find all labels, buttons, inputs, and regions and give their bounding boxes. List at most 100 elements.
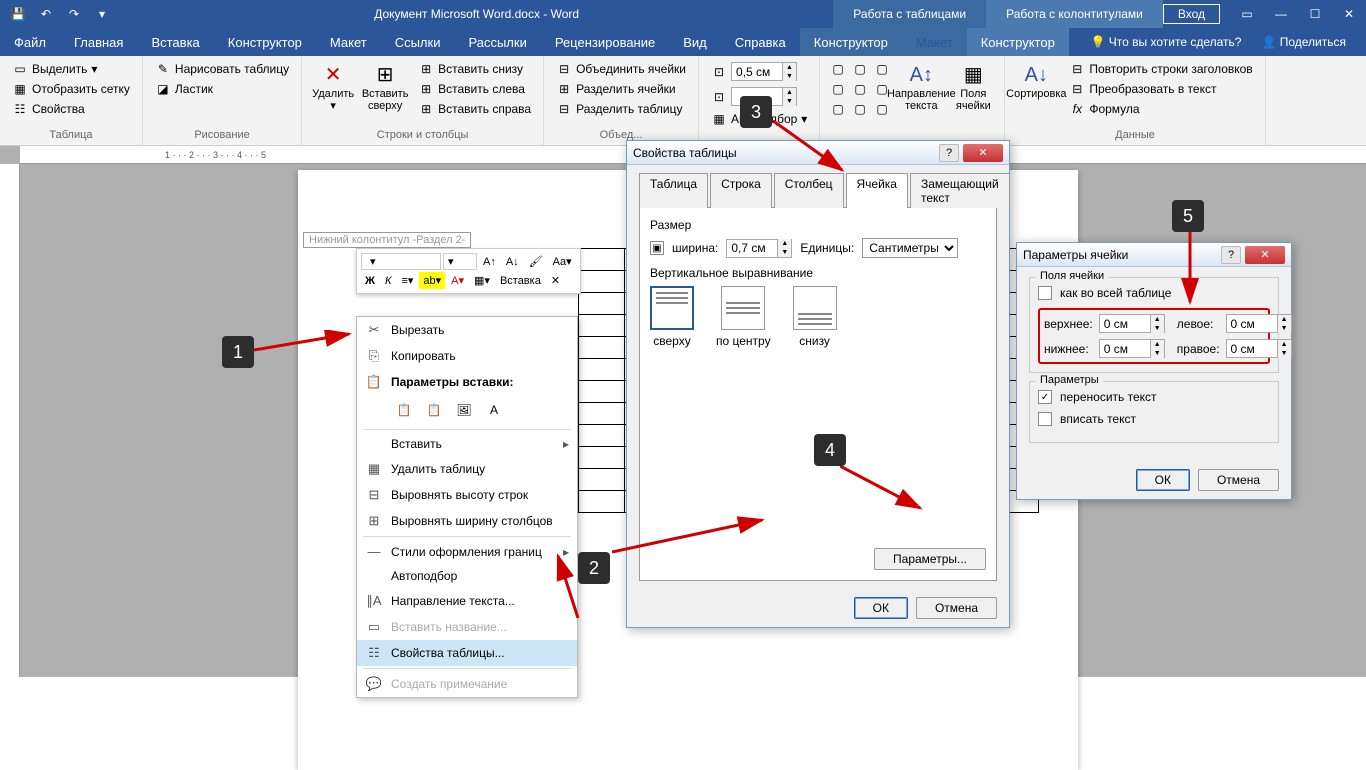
cm-insert[interactable]: Вставить▸ bbox=[357, 432, 577, 456]
tab-mailings[interactable]: Рассылки bbox=[454, 28, 540, 56]
cm-border-styles[interactable]: —Стили оформления границ▸ bbox=[357, 539, 577, 564]
align-ml[interactable]: ▢ bbox=[828, 80, 848, 98]
share-button[interactable]: 👤 Поделиться bbox=[1261, 35, 1346, 49]
cm-delete-table[interactable]: ▦Удалить таблицу bbox=[357, 456, 577, 482]
minimize-icon[interactable]: — bbox=[1264, 0, 1298, 28]
split-table-button[interactable]: ⊟Разделить таблицу bbox=[552, 100, 690, 118]
align-bl[interactable]: ▢ bbox=[828, 100, 848, 118]
delete-button[interactable]: ✕Удалить▾ bbox=[310, 60, 356, 114]
paste-keep-source-icon[interactable]: 📋 bbox=[391, 397, 417, 423]
width-checkbox[interactable]: ▣ bbox=[650, 241, 664, 255]
margin-top-input[interactable]: ▲▼ bbox=[1099, 314, 1165, 333]
text-direction-button[interactable]: A↕Направление текста bbox=[898, 60, 944, 114]
cm-distribute-cols[interactable]: ⊞Выровнять ширину столбцов bbox=[357, 508, 577, 534]
align-tr[interactable]: ▢ bbox=[872, 60, 892, 78]
tab-home[interactable]: Главная bbox=[60, 28, 137, 56]
eraser-button[interactable]: ◪Ластик bbox=[151, 80, 293, 98]
italic-icon[interactable]: К bbox=[381, 273, 395, 289]
margin-left-input[interactable]: ▲▼ bbox=[1226, 314, 1292, 333]
styles-icon[interactable]: Aa▾ bbox=[549, 253, 576, 270]
cm-copy[interactable]: ⎘Копировать bbox=[357, 343, 577, 369]
cm-autofit[interactable]: Автоподбор▸ bbox=[357, 564, 577, 588]
valign-middle[interactable]: по центру bbox=[716, 286, 771, 348]
align-tc[interactable]: ▢ bbox=[850, 60, 870, 78]
insert-above-button[interactable]: ⊞Вставить сверху bbox=[362, 60, 408, 114]
font-name-selector[interactable]: ▾ bbox=[361, 253, 441, 270]
margin-bottom-input[interactable]: ▲▼ bbox=[1099, 339, 1165, 358]
dlg1-cancel-button[interactable]: Отмена bbox=[916, 597, 997, 619]
maximize-icon[interactable]: ☐ bbox=[1298, 0, 1332, 28]
tab-file[interactable]: Файл bbox=[0, 28, 60, 56]
font-size-selector[interactable]: ▾ bbox=[443, 253, 477, 270]
paste-picture-icon[interactable]: 🖼 bbox=[451, 397, 477, 423]
save-icon[interactable]: 💾 bbox=[6, 3, 30, 25]
width-input[interactable]: ▲▼ bbox=[726, 239, 792, 258]
tell-me[interactable]: 💡 Что вы хотите сделать? bbox=[1091, 35, 1242, 49]
tab-table-layout[interactable]: Макет bbox=[902, 28, 967, 56]
cm-distribute-rows[interactable]: ⊟Выровнять высоту строк bbox=[357, 482, 577, 508]
same-as-table-checkbox[interactable] bbox=[1038, 286, 1052, 300]
merge-cells-button[interactable]: ⊟Объединить ячейки bbox=[552, 60, 690, 78]
ribbon-options-icon[interactable]: ▭ bbox=[1230, 0, 1264, 28]
margin-right-input[interactable]: ▲▼ bbox=[1226, 339, 1292, 358]
dialog2-close-icon[interactable]: ✕ bbox=[1245, 246, 1285, 264]
align-mc[interactable]: ▢ bbox=[850, 80, 870, 98]
mini-delete-icon[interactable]: ✕ bbox=[547, 272, 564, 289]
align-tl[interactable]: ▢ bbox=[828, 60, 848, 78]
cm-table-properties[interactable]: ☷Свойства таблицы... bbox=[357, 640, 577, 666]
convert-to-text-button[interactable]: ⊟Преобразовать в текст bbox=[1065, 80, 1256, 98]
dlg1-tab-table[interactable]: Таблица bbox=[639, 173, 708, 208]
dlg1-tab-cell[interactable]: Ячейка bbox=[846, 173, 908, 208]
borders-icon[interactable]: ▦▾ bbox=[470, 272, 494, 289]
gridlines-button[interactable]: ▦Отобразить сетку bbox=[8, 80, 134, 98]
grow-font-icon[interactable]: A↑ bbox=[479, 254, 500, 270]
paste-text-only-icon[interactable]: A bbox=[481, 397, 507, 423]
properties-button[interactable]: ☷Свойства bbox=[8, 100, 134, 118]
dialog2-help-icon[interactable]: ? bbox=[1221, 246, 1241, 264]
tab-view[interactable]: Вид bbox=[669, 28, 721, 56]
insert-left-button[interactable]: ⊞Вставить слева bbox=[414, 80, 535, 98]
tab-insert[interactable]: Вставка bbox=[137, 28, 213, 56]
fit-text-checkbox[interactable] bbox=[1038, 412, 1052, 426]
draw-table-button[interactable]: ✎Нарисовать таблицу bbox=[151, 60, 293, 78]
highlight-icon[interactable]: ab▾ bbox=[419, 272, 445, 289]
vertical-ruler[interactable] bbox=[0, 164, 20, 677]
sort-button[interactable]: A↓Сортировка bbox=[1013, 60, 1059, 102]
redo-icon[interactable]: ↷ bbox=[62, 3, 86, 25]
tab-table-design[interactable]: Конструктор bbox=[800, 28, 902, 56]
tab-hf-design[interactable]: Конструктор bbox=[967, 28, 1069, 56]
paste-merge-icon[interactable]: 📋 bbox=[421, 397, 447, 423]
insert-below-button[interactable]: ⊞Вставить снизу bbox=[414, 60, 535, 78]
qat-more-icon[interactable]: ▾ bbox=[90, 3, 114, 25]
tab-layout[interactable]: Макет bbox=[316, 28, 381, 56]
close-icon[interactable]: ✕ bbox=[1332, 0, 1366, 28]
dialog1-help-icon[interactable]: ? bbox=[939, 144, 959, 162]
dialog1-close-icon[interactable]: ✕ bbox=[963, 144, 1003, 162]
dlg1-ok-button[interactable]: ОК bbox=[854, 597, 908, 619]
repeat-header-button[interactable]: ⊟Повторить строки заголовков bbox=[1065, 60, 1256, 78]
shrink-font-icon[interactable]: A↓ bbox=[502, 254, 523, 270]
mini-insert-button[interactable]: Вставка bbox=[496, 273, 545, 289]
tab-design[interactable]: Конструктор bbox=[214, 28, 316, 56]
cell-options-button[interactable]: Параметры... bbox=[874, 548, 986, 570]
split-cells-button[interactable]: ⊞Разделить ячейки bbox=[552, 80, 690, 98]
formula-button[interactable]: fxФормула bbox=[1065, 100, 1256, 118]
insert-right-button[interactable]: ⊞Вставить справа bbox=[414, 100, 535, 118]
wrap-text-checkbox[interactable]: ✓ bbox=[1038, 390, 1052, 404]
tab-references[interactable]: Ссылки bbox=[381, 28, 455, 56]
valign-top[interactable]: сверху bbox=[650, 286, 694, 348]
tab-review[interactable]: Рецензирование bbox=[541, 28, 669, 56]
undo-icon[interactable]: ↶ bbox=[34, 3, 58, 25]
cm-text-direction[interactable]: ∥AНаправление текста... bbox=[357, 588, 577, 614]
align-bc[interactable]: ▢ bbox=[850, 100, 870, 118]
dlg2-cancel-button[interactable]: Отмена bbox=[1198, 469, 1279, 491]
valign-bottom[interactable]: снизу bbox=[793, 286, 837, 348]
row-height-input[interactable]: ⊡▲▼ bbox=[707, 60, 811, 83]
dlg1-tab-alttext[interactable]: Замещающий текст bbox=[910, 173, 1010, 208]
cm-cut[interactable]: ✂Вырезать bbox=[357, 317, 577, 343]
login-button[interactable]: Вход bbox=[1163, 4, 1220, 24]
font-color-icon[interactable]: A▾ bbox=[447, 272, 468, 289]
dlg2-ok-button[interactable]: ОК bbox=[1136, 469, 1190, 491]
units-select[interactable]: Сантиметры bbox=[862, 238, 958, 258]
format-painter-icon[interactable]: 🖌 bbox=[525, 253, 547, 270]
